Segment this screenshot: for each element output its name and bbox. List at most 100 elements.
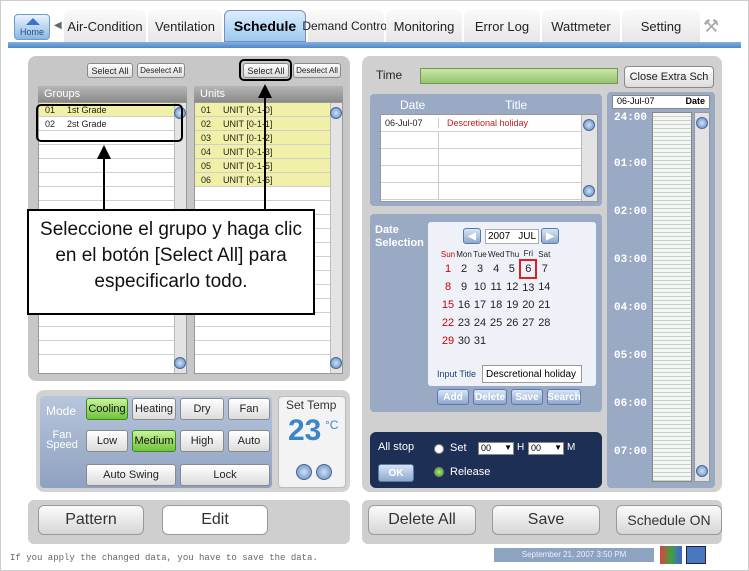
scroll-down-icon[interactable] [583,185,595,197]
fan-medium-button[interactable]: Medium [132,430,176,452]
auto-swing-button[interactable]: Auto Swing [86,464,176,486]
empty-row [195,187,331,201]
calendar-day[interactable]: 22 [440,314,456,332]
timeline-grid [652,112,692,482]
tab-setting[interactable]: Setting [622,10,700,42]
fan-low-button[interactable]: Low [86,430,128,452]
mode-dry-button[interactable]: Dry [180,398,224,420]
groups-select-all-button[interactable]: Select All [87,63,133,78]
calendar-day[interactable] [520,332,536,350]
calendar-day[interactable]: 10 [472,278,488,296]
calendar-day[interactable]: 4 [488,260,504,278]
temperature-value: 23 [288,414,322,447]
delete-all-button[interactable]: Delete All [368,505,476,535]
calendar-day[interactable] [488,332,504,350]
mode-heating-button[interactable]: Heating [132,398,176,420]
calendar-day[interactable] [504,332,520,350]
calendar-day[interactable]: 13 [520,278,536,296]
input-title-field[interactable] [482,365,582,383]
calendar-day[interactable]: 25 [488,314,504,332]
calendar-day[interactable]: 2 [456,260,472,278]
calendar-day[interactable]: 18 [488,296,504,314]
scroll-up-icon[interactable] [696,117,708,129]
release-radio[interactable] [434,467,444,477]
fan-high-button[interactable]: High [180,430,224,452]
temp-down-icon[interactable] [296,464,312,480]
hour-select[interactable]: 00 ▼ [478,442,514,455]
calendar-day[interactable]: 14 [536,278,552,296]
tab-monitoring[interactable]: Monitoring [386,10,462,42]
tab-wattmeter[interactable]: Wattmeter [542,10,620,42]
calendar-day[interactable]: 1 [440,260,456,278]
edit-button[interactable]: Edit [162,505,268,535]
calendar-day[interactable]: 30 [456,332,472,350]
calendar-day[interactable]: 19 [504,296,520,314]
set-radio[interactable] [434,444,444,454]
calendar-day[interactable]: 7 [536,260,552,278]
scroll-down-icon[interactable] [174,357,186,369]
units-scrollbar[interactable] [330,103,342,373]
all-stop-ok-button[interactable]: OK [378,464,414,482]
list-item[interactable]: 01 UNIT [0-1-0] [195,103,331,117]
save-small-button[interactable]: Save [511,389,543,405]
calendar-day[interactable]: 24 [472,314,488,332]
timeline-scrollbar[interactable] [694,112,710,482]
calendar-day[interactable]: 29 [440,332,456,350]
pattern-button[interactable]: Pattern [38,505,144,535]
minute-select[interactable]: 00 ▼ [528,442,564,455]
list-item[interactable]: 04 UNIT [0-1-3] [195,145,331,159]
calendar-day[interactable]: 20 [520,296,536,314]
list-item[interactable]: 06-Jul-07 Descretional holiday [381,115,581,132]
scroll-up-icon[interactable] [330,107,342,119]
calendar-day[interactable]: 28 [536,314,552,332]
tab-scroll-left-icon[interactable]: ◀ [54,20,62,31]
tab-schedule[interactable]: Schedule [224,10,306,42]
tab-demand-control[interactable]: Demand Control [302,10,390,42]
calendar-day[interactable]: 31 [472,332,488,350]
calendar-day[interactable]: 9 [456,278,472,296]
calendar-day[interactable]: 12 [504,278,520,296]
list-item[interactable]: 03 UNIT [0-1-2] [195,131,331,145]
calendar-day[interactable]: 5 [504,260,520,278]
close-extra-sch-button[interactable]: Close Extra Sch [624,66,714,88]
mode-cooling-button[interactable]: Cooling [86,398,128,420]
calendar-day[interactable]: 11 [488,278,504,296]
scroll-up-icon[interactable] [583,119,595,131]
temp-up-icon[interactable] [316,464,332,480]
next-month-icon[interactable]: ▶ [541,228,559,244]
delete-button[interactable]: Delete [473,389,507,405]
schedule-list[interactable]: 06-Jul-07 Descretional holiday [380,114,598,202]
schedule-scrollbar[interactable] [581,115,597,201]
calendar-day[interactable]: 26 [504,314,520,332]
tab-air-condition[interactable]: Air-Condition [64,10,146,42]
save-button[interactable]: Save [492,505,600,535]
tab-ventilation[interactable]: Ventilation [148,10,222,42]
scroll-down-icon[interactable] [696,465,708,477]
list-item[interactable]: 06 UNIT [0-1-6] [195,173,331,187]
scroll-down-icon[interactable] [330,357,342,369]
prev-month-icon[interactable]: ◀ [463,228,481,244]
calendar-day[interactable]: 17 [472,296,488,314]
mode-fan-button[interactable]: Fan [228,398,270,420]
calendar-day[interactable]: 8 [440,278,456,296]
list-item[interactable]: 02 UNIT [0-1-1] [195,117,331,131]
groups-deselect-all-button[interactable]: Deselect All [137,63,185,78]
add-button[interactable]: Add [437,389,469,405]
mode-label: Mode [46,404,77,418]
calendar-day[interactable]: 27 [520,314,536,332]
calendar-day[interactable]: 15 [440,296,456,314]
search-button[interactable]: Search [547,389,581,405]
schedule-on-button[interactable]: Schedule ON [616,505,722,535]
tab-error-log[interactable]: Error Log [464,10,540,42]
calendar-day[interactable]: 21 [536,296,552,314]
calendar-day[interactable]: 23 [456,314,472,332]
calendar-day[interactable] [536,332,552,350]
calendar-day[interactable]: 16 [456,296,472,314]
units-deselect-all-button[interactable]: Deselect All [293,63,341,78]
calendar-day-selected[interactable]: 6 [519,259,538,279]
calendar-day[interactable]: 3 [472,260,488,278]
list-item[interactable]: 05 UNIT [0-1-5] [195,159,331,173]
lock-button[interactable]: Lock [180,464,270,486]
tab-home[interactable]: Home [14,14,50,40]
fan-auto-button[interactable]: Auto [228,430,270,452]
